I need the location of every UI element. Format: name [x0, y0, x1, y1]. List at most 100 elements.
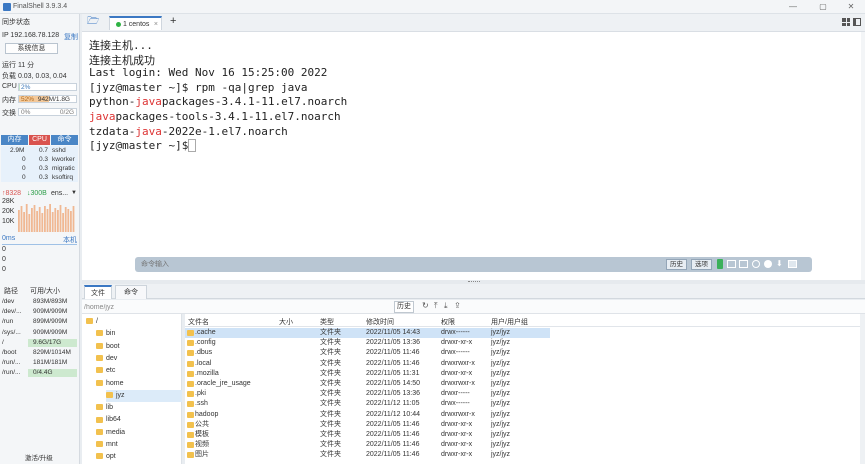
path-input[interactable]	[84, 302, 389, 312]
file-row[interactable]: 模板 文件夹 2022/11/05 11:46 drwxr-xr-x jyz/jyz	[185, 430, 550, 440]
splitter-grip-icon[interactable]	[468, 281, 480, 282]
upload-icon[interactable]: ⇪	[454, 301, 461, 310]
file-row[interactable]: .mozilla 文件夹 2022/11/05 11:31 drwxr-xr-x jyz…	[185, 369, 550, 379]
tree-node-lib[interactable]: lib	[96, 402, 113, 414]
copy-icon[interactable]	[727, 260, 736, 268]
file-row[interactable]: hadoop 文件夹 2022/11/12 10:44 drwxrwxr-x jyz/j…	[185, 410, 550, 420]
window-icon[interactable]	[788, 260, 797, 268]
process-row[interactable]: 0 0.3 migratic	[1, 164, 78, 173]
close-tab-icon[interactable]: ×	[154, 18, 158, 31]
tree-node-lib64[interactable]: lib64	[96, 414, 121, 426]
file-row[interactable]: .ssh 文件夹 2022/11/12 11:05 drwx------ jyz/jyz	[185, 399, 550, 409]
system-info-button[interactable]: 系统信息	[5, 43, 58, 54]
tree-node-opt[interactable]: opt	[96, 451, 116, 463]
file-owner: jyz/jyz	[491, 359, 511, 367]
command-input[interactable]	[141, 259, 661, 270]
file-row[interactable]: 视频 文件夹 2022/11/05 11:46 drwxr-xr-x jyz/jyz	[185, 440, 550, 450]
search-icon[interactable]	[752, 260, 760, 268]
traffic-bar	[49, 204, 51, 232]
file-name: .oracle_jre_usage	[195, 380, 251, 387]
file-row[interactable]: .pki 文件夹 2022/11/05 13:36 drwxr----- jyz/jyz	[185, 389, 550, 399]
file-list-scrollbar[interactable]	[860, 314, 865, 464]
activate-upgrade-link[interactable]: 激活/升级	[25, 452, 53, 462]
arrow-down-icon[interactable]: ⬇	[776, 259, 783, 268]
minimize-button[interactable]: —	[782, 1, 804, 13]
file-row[interactable]: .config 文件夹 2022/11/05 13:36 drwxr-xr-x jyz/…	[185, 338, 550, 348]
file-name: 图片	[195, 451, 209, 459]
folder-icon	[96, 330, 103, 337]
file-row[interactable]: 图片 文件夹 2022/11/05 11:46 drwxr-xr-x jyz/jyz	[185, 450, 550, 460]
tree-node-jyz[interactable]: jyz	[106, 389, 182, 402]
path-history-button[interactable]: 历史	[394, 301, 414, 313]
disk-row[interactable]: /sys/... 909M/909M	[1, 328, 79, 338]
proc-col-mem[interactable]: 内存	[1, 135, 28, 145]
tree-node-media[interactable]: media	[96, 427, 125, 439]
terminal-output[interactable]: 连接主机... 连接主机成功 Last login: Wed Nov 16 15:2…	[82, 32, 865, 280]
traffic-bar	[51, 212, 54, 232]
refresh-icon[interactable]: ↻	[422, 301, 429, 310]
tree-node-bin[interactable]: bin	[96, 328, 115, 340]
tree-node-root[interactable]: /	[86, 316, 98, 328]
tab-files[interactable]: 文件	[84, 285, 112, 299]
options-button[interactable]: 选项	[691, 259, 712, 270]
tree-node-boot[interactable]: boot	[96, 341, 120, 353]
file-row[interactable]: .dbus 文件夹 2022/11/05 11:46 drwx------ jyz/jy…	[185, 348, 550, 358]
file-mtime: 2022/11/05 14:43	[366, 329, 420, 336]
paste-icon[interactable]	[739, 260, 748, 268]
chevron-down-icon[interactable]: ▼	[71, 190, 77, 196]
layout-list-icon[interactable]	[853, 18, 861, 26]
disk-row[interactable]: /run 899M/909M	[1, 317, 79, 327]
file-mtime: 2022/11/05 13:36	[366, 390, 420, 398]
tab-commands[interactable]: 命令	[115, 285, 147, 299]
disk-row[interactable]: /run/... 0/4.4G	[1, 368, 79, 378]
swap-meter: 0% 0/2G	[18, 108, 77, 116]
mem-label: 内存	[2, 97, 16, 104]
process-row[interactable]: 0 0.3 kworker	[1, 155, 78, 164]
up-directory-icon[interactable]: ⤒	[434, 301, 438, 311]
lightning-icon[interactable]	[717, 259, 723, 269]
maximize-button[interactable]: ▢	[812, 1, 834, 13]
folder-icon	[187, 360, 194, 367]
directory-tree: / bin boot dev etc home jyz lib lib64 media mnt opt	[82, 314, 182, 464]
layout-grid-icon[interactable]	[842, 18, 850, 26]
disk-row[interactable]: /boot 829M/1014M	[1, 348, 79, 358]
process-row[interactable]: 0 0.3 ksoftirq	[1, 173, 78, 182]
tree-node-home[interactable]: home	[96, 378, 124, 390]
history-button[interactable]: 历史	[666, 259, 687, 270]
proc-mem: 0	[22, 156, 26, 163]
file-row[interactable]: 公共 文件夹 2022/11/05 11:46 drwxr-xr-x jyz/jyz	[185, 420, 550, 430]
load-average: 负载 0.03, 0.03, 0.04	[2, 73, 67, 80]
ip-address: IP 192.168.78.128	[2, 32, 60, 39]
file-mtime: 2022/11/05 11:46	[366, 441, 420, 449]
terminal-text: Last login: Wed Nov 16 15:25:00 2022	[89, 66, 328, 80]
path-bar: 历史 ↻ ⤒ ⤓ ⇪	[82, 300, 865, 314]
disk-row[interactable]: /dev 893M/893M	[1, 297, 79, 307]
tab-centos[interactable]: 1 centos ×	[109, 16, 162, 30]
disk-row[interactable]: /dev/... 909M/909M	[1, 307, 79, 317]
add-tab-button[interactable]: +	[170, 15, 176, 27]
swap-percent: 0%	[21, 109, 31, 116]
folder-open-icon[interactable]: 🗁	[87, 17, 100, 27]
title-bar: FinalShell 3.9.3.4 — ▢ ✕	[0, 0, 865, 14]
disk-row[interactable]: / 9.6G/17G	[1, 338, 79, 348]
net-scale-low: 10K	[2, 218, 15, 225]
disk-row[interactable]: /run/... 181M/181M	[1, 358, 79, 368]
net-interface-select[interactable]: ens...	[51, 190, 68, 197]
close-window-button[interactable]: ✕	[840, 1, 862, 13]
folder-icon	[96, 342, 103, 349]
process-row[interactable]: 2.9M 0.7 sshd	[1, 146, 78, 155]
file-row[interactable]: .cache 文件夹 2022/11/05 14:43 drwx------ jyz/j…	[185, 328, 550, 339]
tree-node-etc[interactable]: etc	[96, 365, 115, 377]
proc-cpu: 0.7	[39, 147, 49, 154]
copy-ip-link[interactable]: 复制	[64, 32, 78, 42]
proc-col-cpu[interactable]: CPU	[29, 135, 50, 145]
terminal-scrollbar[interactable]	[861, 32, 865, 280]
proc-col-cmd[interactable]: 命令	[51, 135, 78, 145]
terminal-text: packages-tools-3.4.1-11.el7.noarch	[115, 110, 341, 123]
file-row[interactable]: .oracle_jre_usage 文件夹 2022/11/05 14:50 drwx…	[185, 379, 550, 389]
gear-icon[interactable]	[764, 260, 772, 268]
tree-node-mnt[interactable]: mnt	[96, 439, 118, 451]
download-icon[interactable]: ⤓	[444, 301, 448, 311]
tree-node-dev[interactable]: dev	[96, 353, 117, 365]
file-row[interactable]: .local 文件夹 2022/11/05 11:46 drwxrwxr-x jyz/j…	[185, 359, 550, 369]
